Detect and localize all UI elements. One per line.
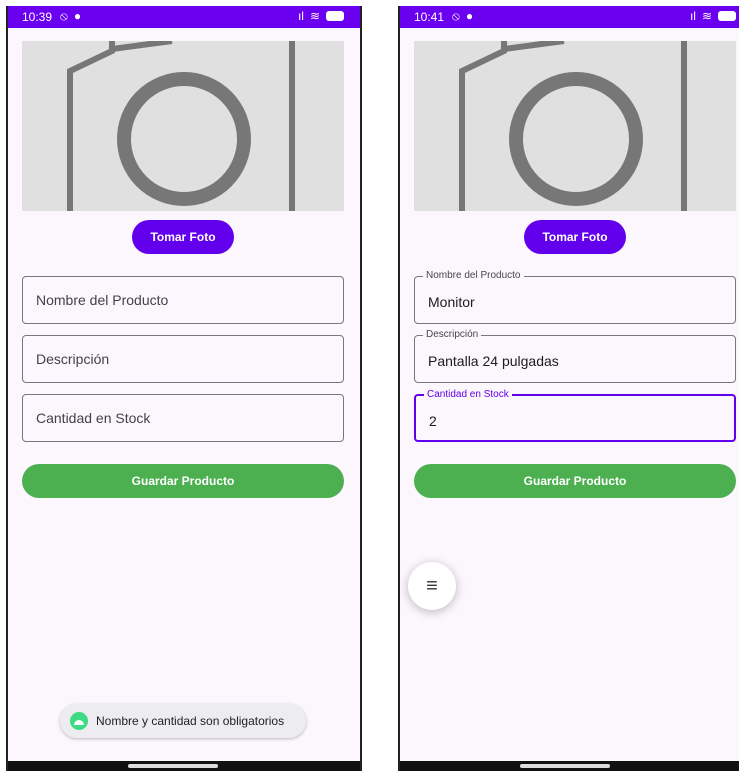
product-name-label: Nombre del Producto: [423, 270, 524, 282]
notification-icon: ●: [465, 9, 474, 23]
signal-icon: ıl: [297, 9, 304, 23]
product-name-field[interactable]: Nombre del Producto: [22, 276, 344, 324]
description-field[interactable]: Descripción: [22, 335, 344, 383]
status-time: 10:41: [414, 10, 445, 24]
stock-field[interactable]: Cantidad en Stock: [22, 394, 344, 442]
phone-screen-left: 10:39 ⦸ ● ıl ≋ Tomar Foto Nombre del Pro…: [6, 6, 362, 771]
stock-placeholder: Cantidad en Stock: [36, 410, 151, 426]
toast-message: Nombre y cantidad son obligatorios: [60, 704, 306, 738]
stock-value: 2: [429, 413, 437, 429]
navigation-bar: [8, 761, 360, 771]
description-field[interactable]: Descripción Pantalla 24 pulgadas: [414, 329, 736, 383]
save-product-button[interactable]: Guardar Producto: [414, 464, 736, 498]
description-placeholder: Descripción: [36, 351, 110, 367]
wifi-icon: ≋: [309, 9, 320, 23]
save-product-button[interactable]: Guardar Producto: [22, 464, 344, 498]
product-name-field[interactable]: Nombre del Producto Monitor: [414, 270, 736, 324]
signal-icon: ıl: [689, 9, 696, 23]
description-label: Descripción: [423, 329, 482, 341]
floating-menu-button[interactable]: ≡: [408, 562, 456, 610]
home-handle[interactable]: [520, 764, 610, 768]
status-time: 10:39: [22, 10, 53, 24]
location-icon: ⦸: [452, 9, 460, 23]
camera-icon: [67, 41, 295, 211]
product-name-value: Monitor: [428, 294, 475, 310]
description-value: Pantalla 24 pulgadas: [428, 353, 559, 369]
phone-screen-right: 10:41 ⦸ ● ıl ≋ Tomar Foto Nombre del Pro…: [398, 6, 739, 771]
stock-field[interactable]: Cantidad en Stock 2: [414, 389, 736, 442]
stock-label: Cantidad en Stock: [424, 389, 512, 401]
take-photo-button[interactable]: Tomar Foto: [132, 220, 234, 254]
wifi-icon: ≋: [701, 9, 712, 23]
status-bar: 10:41 ⦸ ● ıl ≋: [400, 6, 739, 28]
battery-icon: [718, 11, 736, 21]
product-photo-placeholder: [22, 41, 344, 211]
product-name-placeholder: Nombre del Producto: [36, 292, 169, 308]
home-handle[interactable]: [128, 764, 218, 768]
take-photo-button[interactable]: Tomar Foto: [524, 220, 626, 254]
location-icon: ⦸: [60, 9, 68, 23]
notification-icon: ●: [73, 9, 82, 23]
toast-text: Nombre y cantidad son obligatorios: [96, 714, 285, 728]
battery-icon: [326, 11, 344, 21]
navigation-bar: [400, 761, 739, 771]
camera-icon: [459, 41, 687, 211]
status-bar: 10:39 ⦸ ● ıl ≋: [8, 6, 360, 28]
product-photo-placeholder: [414, 41, 736, 211]
android-icon: [70, 712, 88, 730]
menu-icon: ≡: [426, 574, 438, 597]
